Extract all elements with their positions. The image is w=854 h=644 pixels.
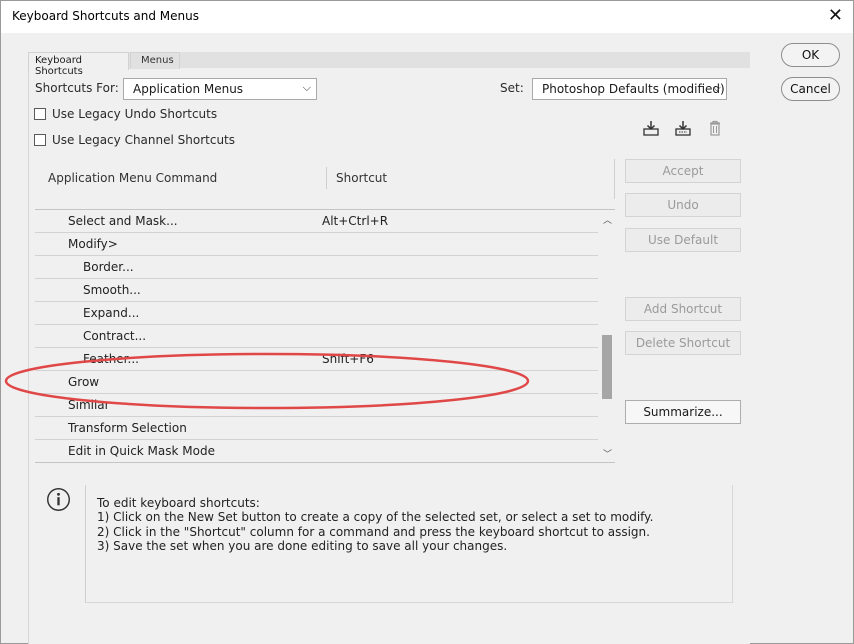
add-shortcut-button[interactable]: Add Shortcut bbox=[625, 297, 741, 321]
command-cell: Modify> bbox=[68, 237, 118, 251]
command-cell: Similar bbox=[68, 398, 110, 412]
table-row[interactable]: Select and Mask... Alt+Ctrl+R bbox=[35, 210, 598, 233]
chevron-down-icon: ⌵ bbox=[712, 81, 721, 94]
table-row[interactable]: Border... bbox=[35, 256, 598, 279]
command-cell: Expand... bbox=[83, 306, 140, 320]
delete-set-icon[interactable] bbox=[705, 118, 725, 138]
command-cell: Contract... bbox=[83, 329, 147, 343]
column-header-shortcut[interactable]: Shortcut bbox=[336, 171, 387, 185]
list-header-divider bbox=[614, 159, 615, 199]
info-icon bbox=[47, 488, 70, 511]
column-divider bbox=[326, 167, 327, 189]
info-line: 1) Click on the New Set button to create… bbox=[97, 510, 654, 524]
table-row[interactable]: Edit in Quick Mask Mode bbox=[35, 440, 598, 462]
tab-keyboard-shortcuts[interactable]: Keyboard Shortcuts bbox=[28, 52, 129, 77]
legacy-undo-label: Use Legacy Undo Shortcuts bbox=[52, 107, 218, 121]
command-cell: Edit in Quick Mask Mode bbox=[68, 444, 215, 458]
shortcuts-for-select[interactable]: Application Menus ⌵ bbox=[123, 78, 317, 100]
info-text-box: To edit keyboard shortcuts: 1) Click on … bbox=[85, 485, 733, 603]
table-row[interactable]: Grow bbox=[35, 371, 598, 394]
save-as-set-icon[interactable] bbox=[673, 118, 693, 138]
table-row[interactable]: Similar bbox=[35, 394, 598, 417]
use-default-button[interactable]: Use Default bbox=[625, 228, 741, 252]
command-cell: Transform Selection bbox=[68, 421, 187, 435]
scroll-up-icon[interactable]: ︿ bbox=[603, 213, 612, 226]
tab-menus[interactable]: Menus bbox=[130, 52, 180, 70]
title-bar: Keyboard Shortcuts and Menus ✕ bbox=[1, 1, 853, 33]
summarize-button[interactable]: Summarize... bbox=[625, 400, 741, 424]
chevron-down-icon: ⌵ bbox=[302, 81, 311, 94]
table-row[interactable]: Smooth... bbox=[35, 279, 598, 302]
close-icon[interactable]: ✕ bbox=[828, 6, 843, 26]
set-value: Photoshop Defaults (modified) bbox=[542, 82, 725, 96]
table-row[interactable]: Modify> bbox=[35, 233, 598, 256]
legacy-undo-checkbox[interactable] bbox=[34, 108, 46, 120]
shortcuts-for-label: Shortcuts For: bbox=[35, 81, 119, 95]
set-select[interactable]: Photoshop Defaults (modified) ⌵ bbox=[532, 78, 727, 100]
command-cell: Feather... bbox=[83, 352, 139, 366]
set-label: Set: bbox=[500, 81, 524, 95]
ok-button[interactable]: OK bbox=[781, 43, 840, 67]
table-row[interactable]: Expand... bbox=[35, 302, 598, 325]
scroll-thumb[interactable] bbox=[602, 335, 612, 399]
command-cell: Grow bbox=[68, 375, 100, 389]
table-row[interactable]: Transform Selection bbox=[35, 417, 598, 440]
save-set-icon[interactable] bbox=[641, 118, 661, 138]
command-list: Select and Mask... Alt+Ctrl+R Modify> Borde… bbox=[35, 209, 615, 463]
table-row[interactable]: Feather... Shift+F6 bbox=[35, 348, 598, 371]
scroll-down-icon[interactable]: ﹀ bbox=[603, 447, 612, 460]
shortcut-cell[interactable]: Shift+F6 bbox=[322, 352, 374, 366]
shortcut-cell[interactable]: Alt+Ctrl+R bbox=[322, 214, 388, 228]
command-cell: Select and Mask... bbox=[68, 214, 178, 228]
info-line: 3) Save the set when you are done editin… bbox=[97, 539, 508, 553]
dialog-window: Keyboard Shortcuts and Menus ✕ Keyboard … bbox=[0, 0, 854, 644]
accept-button[interactable]: Accept bbox=[625, 159, 741, 183]
command-cell: Smooth... bbox=[83, 283, 141, 297]
table-row[interactable]: Contract... bbox=[35, 325, 598, 348]
shortcuts-for-value: Application Menus bbox=[133, 82, 244, 96]
legacy-channel-checkbox[interactable] bbox=[34, 134, 46, 146]
delete-shortcut-button[interactable]: Delete Shortcut bbox=[625, 331, 741, 355]
info-line: 2) Click in the "Shortcut" column for a … bbox=[97, 525, 650, 539]
vertical-scrollbar[interactable]: ︿ ﹀ bbox=[599, 210, 615, 462]
command-cell: Border... bbox=[83, 260, 134, 274]
column-header-command[interactable]: Application Menu Command bbox=[48, 171, 217, 185]
legacy-channel-label: Use Legacy Channel Shortcuts bbox=[52, 133, 236, 147]
info-line: To edit keyboard shortcuts: bbox=[97, 496, 260, 510]
cancel-button[interactable]: Cancel bbox=[781, 77, 840, 101]
window-title: Keyboard Shortcuts and Menus bbox=[12, 9, 199, 23]
undo-button[interactable]: Undo bbox=[625, 193, 741, 217]
